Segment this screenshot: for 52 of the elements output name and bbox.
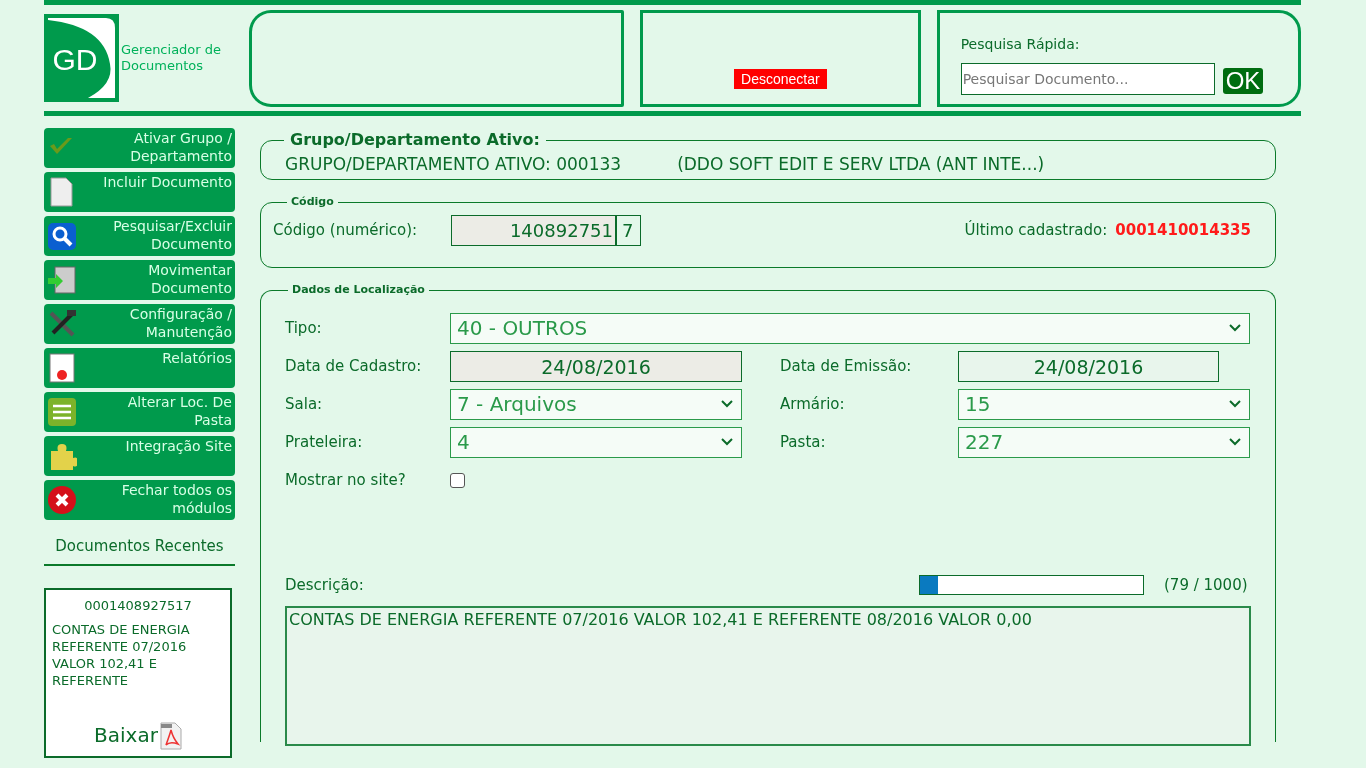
- active-group-code: GRUPO/DEPARTAMENTO ATIVO: 000133: [285, 153, 622, 176]
- list-icon: [47, 397, 77, 427]
- chevron-down-icon: [1229, 438, 1241, 446]
- panel-legend: Grupo/Departamento Ativo:: [284, 128, 546, 152]
- report-icon: [47, 353, 77, 383]
- tools-icon: [47, 309, 77, 339]
- dropdown[interactable]: 7 - Arquivos: [450, 388, 742, 420]
- recent-documents-title: Documentos Recentes: [44, 535, 235, 566]
- panel-legend: Código: [287, 194, 338, 211]
- field-label: Mostrar no site?: [285, 469, 407, 491]
- chevron-down-icon: [721, 438, 733, 446]
- chevron-down-icon: [721, 400, 733, 408]
- quick-search-label: Pesquisa Rápida:: [960, 35, 1081, 54]
- check-digit-field: 7: [616, 214, 641, 246]
- chevron-down-icon: [1229, 324, 1241, 332]
- field-label: Prateleira:: [285, 431, 364, 453]
- dropdown[interactable]: 40 - OUTROS: [450, 312, 1250, 344]
- field-label: Descrição:: [285, 574, 365, 596]
- active-group-name: (DDO SOFT EDIT E SERV LTDA (ANT INTE...): [677, 153, 1045, 176]
- ok-button[interactable]: OK: [1222, 68, 1264, 94]
- code-field: 140892751: [451, 214, 616, 246]
- app-title: Gerenciador de Documentos: [121, 41, 223, 74]
- field-label: Sala:: [285, 393, 324, 415]
- field-label: Armário:: [780, 393, 846, 415]
- download-link[interactable]: Baixar: [94, 720, 158, 750]
- last-registered-label: Último cadastrado:: [964, 219, 1108, 241]
- search-icon: [47, 221, 77, 251]
- menu-item[interactable]: Relatórios: [162, 349, 232, 367]
- dropdown[interactable]: 227: [958, 426, 1250, 458]
- date-field[interactable]: 24/08/2016: [958, 350, 1219, 382]
- close-icon: [47, 485, 77, 515]
- character-count: (79 / 1000): [1164, 574, 1248, 596]
- chevron-down-icon: [1229, 400, 1241, 408]
- panel-legend: Dados de Localização: [288, 282, 429, 299]
- pdf-icon[interactable]: [159, 722, 182, 750]
- code-label: Código (numérico):: [273, 219, 419, 241]
- logo-icon: GD: [44, 13, 119, 102]
- dropdown[interactable]: 4: [450, 426, 742, 458]
- document-code: 0001408927517: [83, 596, 193, 615]
- checkbox[interactable]: [450, 472, 465, 488]
- field-label: Pasta:: [780, 431, 827, 453]
- door-arrow-icon: [47, 265, 77, 295]
- dropdown[interactable]: 15: [958, 388, 1250, 420]
- field-label: Data de Emissão:: [780, 355, 913, 377]
- field-label: Data de Cadastro:: [285, 355, 423, 377]
- disconnect-button[interactable]: Desconectar: [734, 69, 827, 89]
- description-field[interactable]: CONTAS DE ENERGIA REFERENTE 07/2016 VALOR 102,41 E REFERENTE 08/2016 VALOR 0,00: [285, 606, 1251, 746]
- document-description: CONTAS DE ENERGIA REFERENTE 07/2016 VALOR 102,41 E REFERENTE: [52, 621, 191, 690]
- search-field[interactable]: Pesquisar Documento...: [960, 63, 1215, 95]
- field-label: Tipo:: [285, 317, 323, 339]
- date-field: 24/08/2016: [450, 350, 742, 382]
- last-registered-code: 0001410014335: [1115, 219, 1251, 241]
